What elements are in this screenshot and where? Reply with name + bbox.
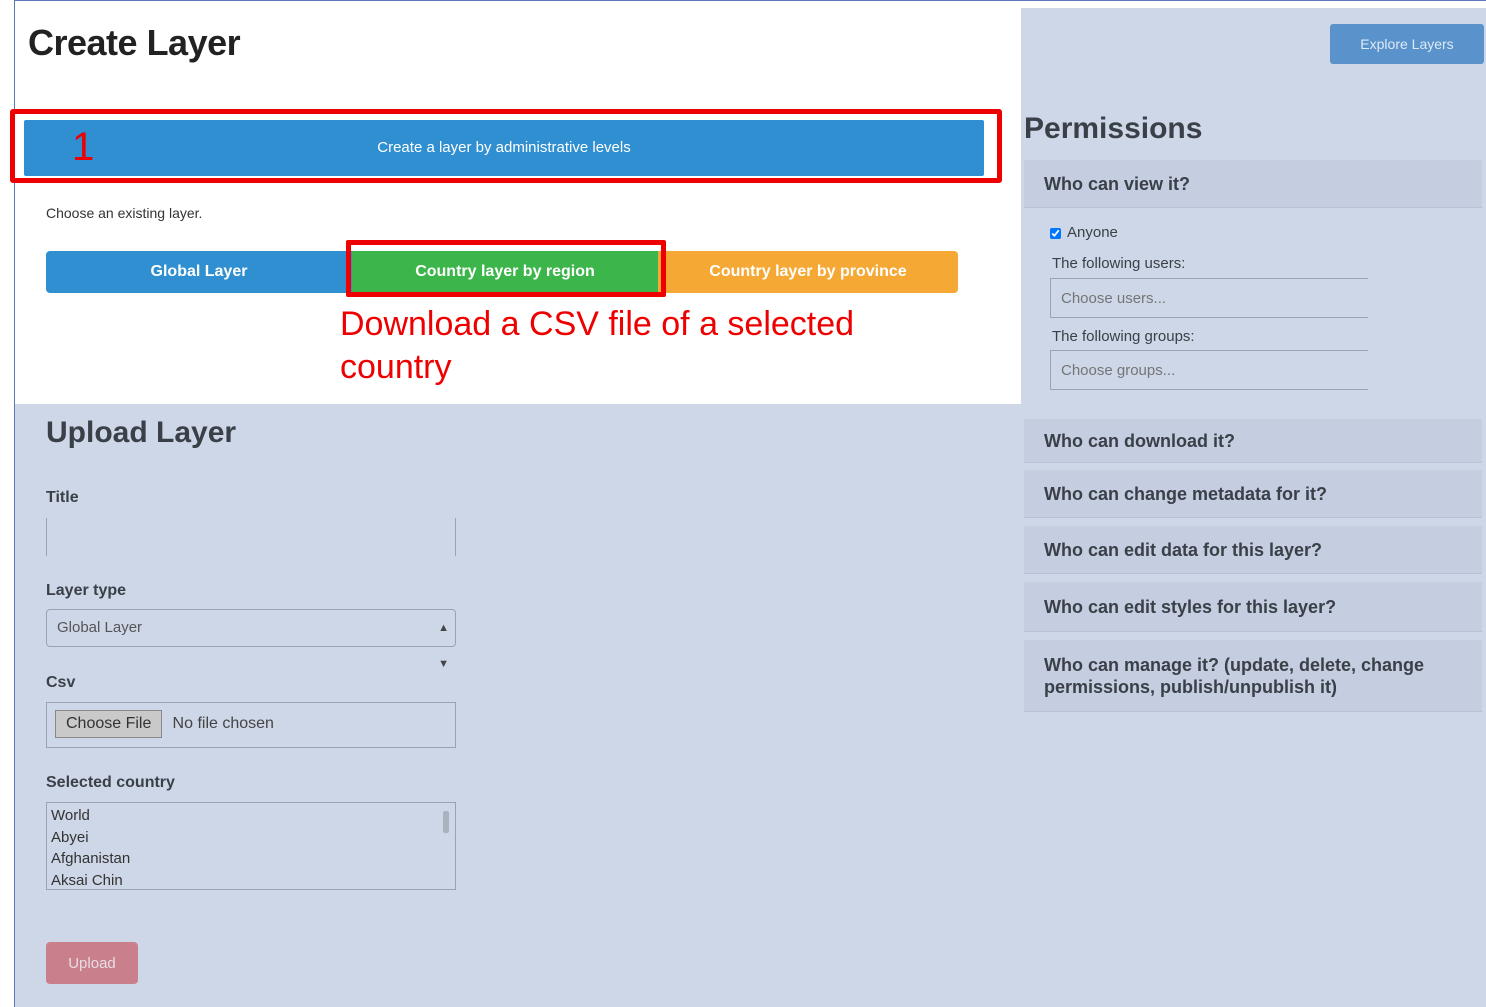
select-arrows-icon: ▲ ▼ bbox=[438, 622, 449, 670]
layer-type-select[interactable]: Global Layer ▲ ▼ bbox=[46, 609, 456, 670]
annotation-note: Download a CSV file of a selected countr… bbox=[340, 305, 855, 386]
following-users-label: The following users: bbox=[1052, 255, 1186, 272]
file-status-text: No file chosen bbox=[172, 715, 274, 732]
layer-type-value: Global Layer bbox=[57, 619, 143, 636]
csv-label: Csv bbox=[46, 674, 76, 691]
upload-layer-title: Upload Layer bbox=[46, 416, 237, 449]
who-can-edit-styles-header[interactable]: Who can edit styles for this layer? bbox=[1024, 582, 1482, 632]
selected-country-label: Selected country bbox=[46, 774, 175, 791]
listbox-scrollbar[interactable] bbox=[443, 811, 449, 833]
who-can-manage-header[interactable]: Who can manage it? (update, delete, chan… bbox=[1024, 640, 1482, 712]
country-listbox[interactable]: World Abyei Afghanistan Aksai Chin bbox=[46, 802, 456, 890]
explore-layers-button[interactable]: Explore Layers bbox=[1330, 24, 1484, 64]
anyone-label: Anyone bbox=[1067, 224, 1118, 241]
choose-users-input[interactable] bbox=[1050, 278, 1368, 318]
who-can-download-header[interactable]: Who can download it? bbox=[1024, 419, 1482, 463]
list-item[interactable]: Abyei bbox=[51, 827, 451, 849]
who-can-view-header[interactable]: Who can view it? bbox=[1024, 160, 1482, 208]
who-can-change-metadata-header[interactable]: Who can change metadata for it? bbox=[1024, 470, 1482, 518]
choose-groups-input[interactable] bbox=[1050, 350, 1368, 390]
list-item[interactable]: World bbox=[51, 805, 451, 827]
permissions-title: Permissions bbox=[1024, 112, 1203, 145]
who-can-edit-data-header[interactable]: Who can edit data for this layer? bbox=[1024, 526, 1482, 574]
list-item[interactable]: Afghanistan bbox=[51, 848, 451, 870]
title-input[interactable] bbox=[46, 518, 456, 556]
csv-file-input[interactable]: Choose File No file chosen bbox=[46, 702, 456, 748]
annotation-step-number: 1 bbox=[72, 125, 95, 169]
anyone-checkbox-row[interactable]: Anyone bbox=[1050, 224, 1118, 241]
layer-type-label: Layer type bbox=[46, 582, 127, 599]
list-item[interactable]: Aksai Chin bbox=[51, 870, 451, 890]
who-can-view-body: Anyone The following users: The followin… bbox=[1024, 208, 1482, 404]
anyone-checkbox[interactable] bbox=[1050, 227, 1061, 239]
upload-button[interactable]: Upload bbox=[46, 942, 138, 984]
title-label: Title bbox=[46, 489, 79, 506]
choose-file-button[interactable]: Choose File bbox=[55, 710, 163, 738]
following-groups-label: The following groups: bbox=[1052, 328, 1195, 345]
